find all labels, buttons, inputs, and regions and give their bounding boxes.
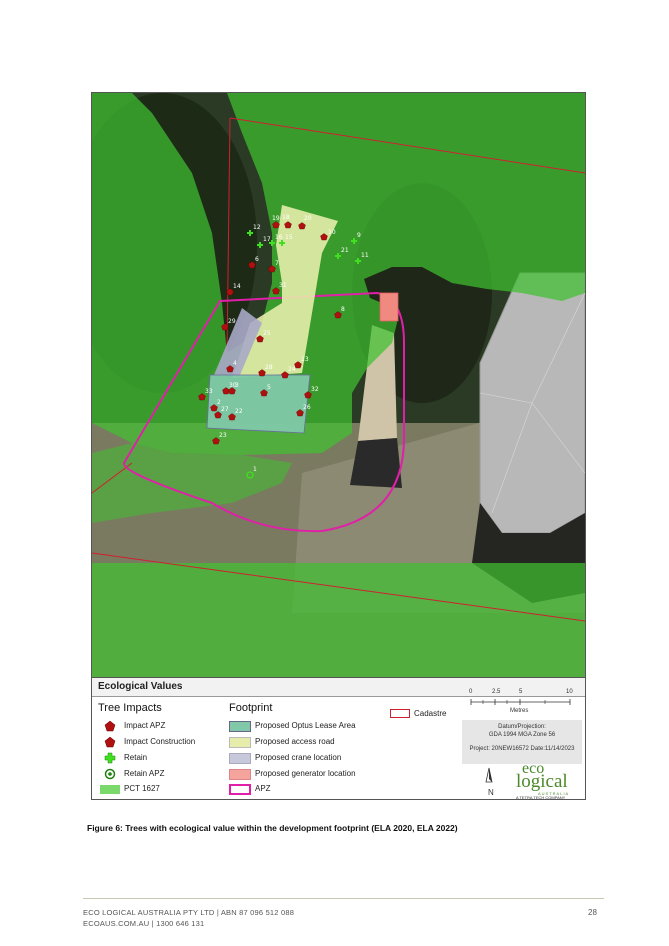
tree-label: 2	[217, 399, 221, 406]
legend-generator: Proposed generator location	[255, 769, 356, 778]
logo-logical: logical	[516, 771, 568, 792]
datum-projection: GDA 1994 MGA Zone 56	[488, 732, 556, 738]
access-road-swatch	[229, 737, 251, 748]
tree-label: 14	[233, 283, 241, 290]
tree-label: 6	[255, 256, 259, 263]
legend-retain: Retain	[124, 753, 148, 762]
tree-label: 16	[275, 234, 283, 241]
legend-crane: Proposed crane location	[255, 753, 342, 762]
legend-title-bar: Ecological Values	[92, 678, 585, 697]
scale-tick-2-5: 2.5	[492, 689, 501, 695]
tree-label: 5	[267, 384, 271, 391]
north-label: N	[488, 788, 494, 797]
project-info: Project: 20NEW16572 Date:11/14/2023	[469, 746, 575, 752]
tree-label: 26	[303, 404, 311, 411]
footer-company: ECO LOGICAL AUSTRALIA PTY LTD | ABN 87 0…	[83, 908, 295, 917]
tree-label: 10	[328, 229, 336, 236]
tree-label: 19	[272, 215, 280, 222]
retain-apz-icon	[104, 768, 116, 780]
footprint-title: Footprint	[229, 702, 273, 714]
retain-icon	[104, 752, 116, 764]
scale-bar-graphic	[470, 699, 571, 705]
optus-lease-area	[206, 374, 311, 434]
tree-label: 22	[235, 408, 243, 415]
tree-label: 29	[228, 318, 236, 325]
datum-box: Datum/Projection: GDA 1994 MGA Zone 56 P…	[462, 720, 582, 764]
tree-impacts-title: Tree Impacts	[98, 702, 162, 714]
tree-label: 8	[341, 306, 345, 313]
tree-label: 20	[304, 215, 312, 222]
impact-construction-icon	[104, 736, 116, 748]
footer-rule	[83, 898, 604, 899]
legend-impact-construction: Impact Construction	[124, 737, 196, 746]
pct-vegetation-south	[92, 563, 585, 677]
footer-contact: ECOAUS.COM.AU | 1300 646 131	[83, 919, 205, 928]
scale-units: Metres	[510, 708, 529, 714]
tree-label: 7	[275, 260, 279, 267]
cadastre-swatch	[390, 709, 410, 718]
scale-tick-5: 5	[519, 689, 523, 695]
legend-panel: Ecological Values Tree Impacts Footprint…	[92, 677, 585, 800]
legend-access-road: Proposed access road	[255, 737, 335, 746]
logo-tagline: A TETRA TECH COMPANY	[516, 795, 566, 800]
legend-lease-area: Proposed Optus Lease Area	[255, 721, 356, 730]
tree-label: 27	[221, 406, 229, 413]
north-arrow-icon	[485, 767, 493, 783]
pct-swatch	[100, 785, 120, 794]
tree-label: 11	[361, 252, 369, 259]
generator-location	[379, 292, 399, 322]
map-frame: 19 18 20 10 17 16 15 9 21 11 12 8 7 14 31 6 29 25 4 30 3 1 24 3…	[91, 92, 586, 800]
legend-title: Ecological Values	[98, 681, 183, 692]
tree-label: 18	[282, 214, 290, 221]
tree-label: 21	[341, 247, 349, 254]
tree-label: 25	[263, 330, 271, 337]
legend-retain-apz: Retain APZ	[124, 769, 165, 778]
impact-apz-icon	[104, 720, 116, 732]
tree-label: 33	[205, 388, 213, 395]
tree-label: 1	[253, 466, 257, 473]
figure-caption: Figure 6: Trees with ecological value wi…	[87, 823, 458, 833]
apz-swatch	[229, 784, 251, 795]
tree-label: 15	[285, 234, 293, 241]
tree-label: 12	[253, 224, 261, 231]
tree-label: 28	[265, 364, 273, 371]
legend-pct: PCT 1627	[124, 784, 160, 793]
generator-swatch	[229, 769, 251, 780]
tree-label: 13	[301, 356, 309, 363]
tree-label: 4	[233, 360, 237, 367]
page-number: 28	[588, 908, 597, 917]
datum-label: Datum/Projection:	[498, 724, 546, 730]
lease-area-swatch	[229, 721, 251, 732]
tree-label: 9	[357, 232, 361, 239]
scale-tick-0: 0	[469, 689, 473, 695]
shed-shadow	[350, 438, 402, 488]
tree-label: 31	[279, 282, 287, 289]
tree-label: 24	[288, 366, 296, 373]
tree-label: 23	[219, 432, 227, 439]
tree-label: 3	[235, 382, 239, 389]
aerial-map: 19 18 201017 16 15 92111128714 316292543031243…	[92, 93, 585, 677]
legend-cadastre: Cadastre	[414, 709, 447, 718]
legend-apz: APZ	[255, 784, 271, 793]
crane-swatch	[229, 753, 251, 764]
scale-tick-10: 10	[566, 689, 573, 695]
legend-impact-apz: Impact APZ	[124, 721, 166, 730]
tree-label: 17	[263, 236, 271, 243]
tree-label: 32	[311, 386, 319, 393]
